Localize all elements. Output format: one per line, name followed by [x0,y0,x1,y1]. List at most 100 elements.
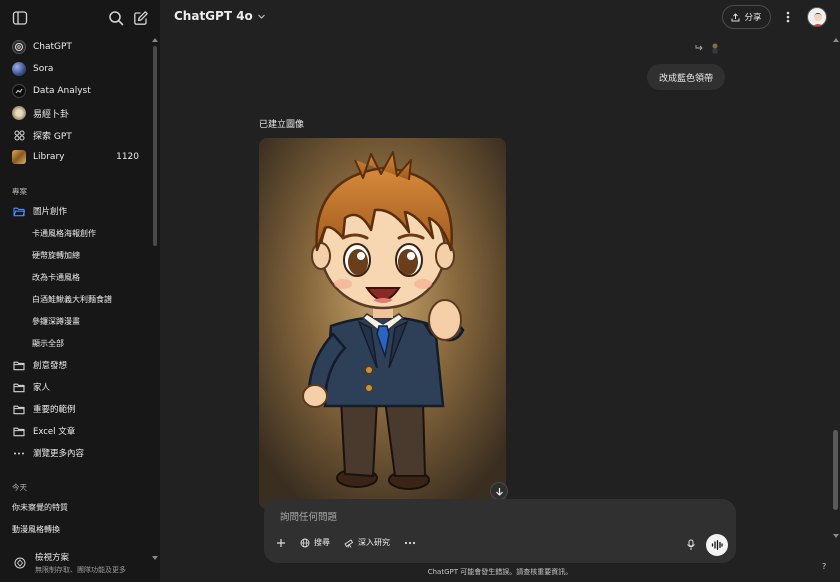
scrollbar-thumb[interactable] [153,46,157,246]
scroll-down-arrow-icon[interactable] [152,556,158,560]
model-name: ChatGPT 4o [174,9,253,23]
library-icon [12,150,26,164]
folder-open-icon [13,207,25,216]
gpt-label: Data Analyst [33,86,91,96]
project-label: Excel 文章 [33,427,76,437]
chat-history-item[interactable]: 你未察覺的特質 [0,496,150,518]
today-section-label: 今天 [12,482,27,492]
folder-icon [13,361,25,370]
projects-section-label: 專案 [12,186,27,196]
project-label: 重要的範例 [33,405,76,415]
show-all-link[interactable]: 顯示全部 [0,332,150,354]
deep-research-button[interactable]: 深入研究 [344,537,390,548]
message-edit-indicator [695,42,721,54]
gpt-label: Sora [33,64,54,74]
upgrade-plan-button[interactable]: 檢視方案 無限制存取、團隊功能及更多 [0,544,150,582]
main-area: ChatGPT 4o 分享 改成藍色領帶 已建立圖像 詢問任何問題 搜尋 深入研… [160,0,840,582]
folder-icon [13,405,25,414]
scroll-to-bottom-button[interactable] [490,482,508,500]
scrollbar-thumb[interactable] [833,430,838,510]
disclaimer-text: ChatGPT 可能會發生錯誤。請查核重要資訊。 [427,568,573,576]
plus-icon[interactable] [276,538,286,548]
avatar-icon [813,13,823,26]
project-label: 圖片創作 [33,207,68,217]
globe-icon [300,538,310,547]
main-scrollbar[interactable] [832,36,840,582]
telescope-icon [344,538,354,548]
chat-history-item[interactable]: 動漫風格轉換 [0,518,150,540]
project-item-family[interactable]: 家人 [0,376,150,398]
project-label: 創意發想 [33,361,68,371]
share-button[interactable]: 分享 [722,5,771,29]
gpt-item-explore[interactable]: 探索 GPT [0,124,150,146]
sidebar: ChatGPT Sora Data Analyst 易經卜卦 探索 GPT Li… [0,0,160,582]
help-button[interactable]: ? [822,562,826,571]
sora-icon [12,62,26,76]
waveform-icon [711,540,723,550]
chevron-down-icon [257,14,265,19]
browse-more-label: 瀏覽更多內容 [33,449,85,459]
project-item-image-creation[interactable]: 圖片創作 [0,200,150,222]
sidebar-scrollbar[interactable] [152,38,158,564]
gpt-label: 探索 GPT [33,131,72,142]
generated-image[interactable] [259,138,506,509]
project-chat-item[interactable]: 改為卡通風格 [0,266,150,288]
browse-more-button[interactable]: 瀏覽更多內容 [0,442,150,464]
more-tools-icon[interactable] [404,538,416,548]
gpt-item-data-analyst[interactable]: Data Analyst [0,80,150,102]
gpt-item-sora[interactable]: Sora [0,58,150,80]
data-analyst-icon [12,84,26,98]
gpt-item-library[interactable]: Library 1120 [0,146,150,168]
upgrade-subtitle: 無限制存取、團隊功能及更多 [35,566,126,574]
search-tool-label: 搜尋 [314,538,330,547]
scroll-down-arrow-icon[interactable] [833,534,839,538]
gpt-item-chatgpt[interactable]: ChatGPT [0,36,150,58]
upgrade-icon [14,557,26,569]
sidebar-scroll-area: ChatGPT Sora Data Analyst 易經卜卦 探索 GPT Li… [0,36,150,576]
model-selector[interactable]: ChatGPT 4o [174,9,266,23]
gpt-label: 易經卜卦 [33,109,70,120]
folder-icon [13,383,25,392]
gpt-item-iching[interactable]: 易經卜卦 [0,102,150,124]
top-bar: ChatGPT 4o 分享 [160,0,840,36]
sidebar-header [0,0,160,36]
user-message-text: 改成藍色領帶 [659,73,714,84]
folder-icon [13,427,25,436]
project-chat-item[interactable]: 白酒鮭鰍義大利麵食譜 [0,288,150,310]
grid-icon [12,128,26,142]
share-icon [731,12,740,21]
openai-icon [12,40,26,54]
library-count: 1120 [116,152,139,162]
share-label: 分享 [744,13,762,23]
arrow-down-icon [495,487,503,496]
scroll-up-arrow-icon[interactable] [152,38,158,42]
reply-arrow-icon [695,45,703,51]
search-icon[interactable] [108,10,124,26]
project-item-examples[interactable]: 重要的範例 [0,398,150,420]
deep-research-label: 深入研究 [358,538,390,547]
voice-mode-button[interactable] [706,534,728,556]
attachment-thumbnail-icon[interactable] [709,42,721,54]
search-tool-button[interactable]: 搜尋 [300,537,330,548]
gpt-label: Library [33,152,65,162]
composer-input[interactable]: 詢問任何問題 [280,509,337,523]
microphone-icon[interactable] [686,539,696,551]
project-item-ideas[interactable]: 創意發想 [0,354,150,376]
composer-toolbar: 搜尋 深入研究 [276,537,416,548]
ellipsis-icon [14,452,24,454]
new-chat-icon[interactable] [133,10,149,26]
upgrade-title: 檢視方案 [35,553,70,563]
scroll-up-arrow-icon[interactable] [833,38,839,42]
more-options-icon[interactable] [782,10,794,24]
message-composer[interactable]: 詢問任何問題 搜尋 深入研究 [264,499,736,563]
project-label: 家人 [33,383,51,393]
cartoon-boy-illustration [259,138,506,509]
sidebar-toggle-icon[interactable] [12,10,28,26]
project-chat-item[interactable]: 硬幣旋轉加總 [0,244,150,266]
project-item-excel[interactable]: Excel 文章 [0,420,150,442]
project-chat-item[interactable]: 卡通風格海報創作 [0,222,150,244]
project-chat-item[interactable]: 參鑼深蹲漫畫 [0,310,150,332]
user-avatar[interactable] [807,7,827,27]
gpt-label: ChatGPT [33,42,72,52]
assistant-status-label: 已建立圖像 [259,120,305,130]
